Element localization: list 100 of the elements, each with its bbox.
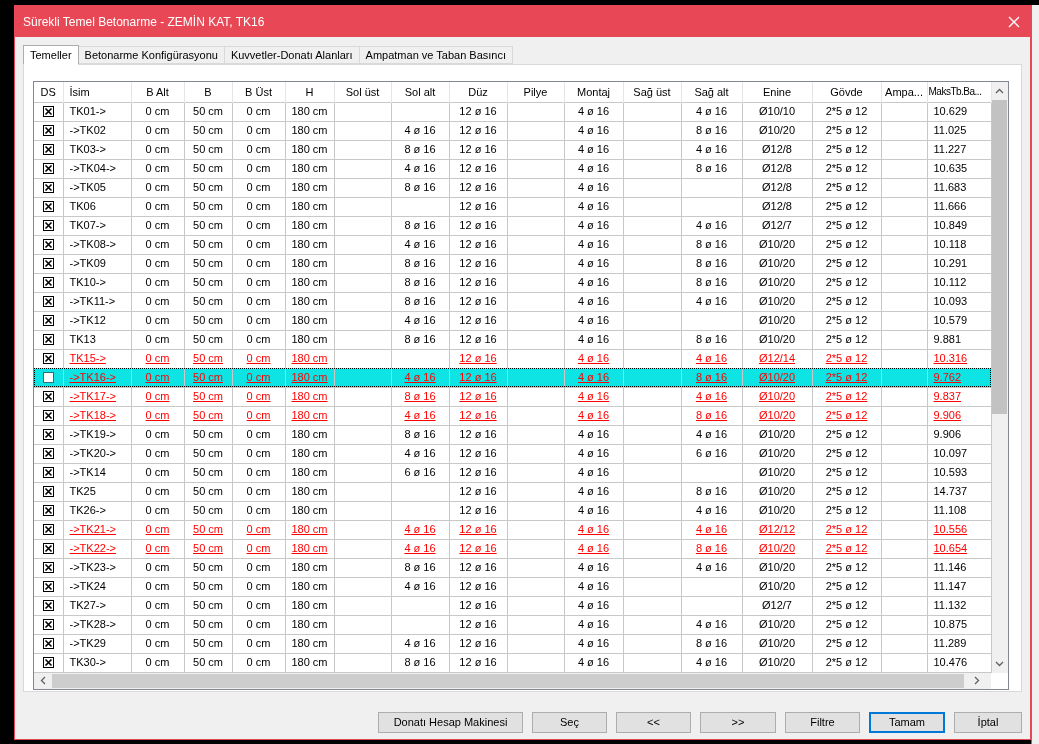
checked-checkbox[interactable]: [42, 201, 54, 212]
table-cell: 180 cm: [291, 656, 328, 669]
tab[interactable]: Temeller: [23, 45, 79, 65]
column-header[interactable]: Pilye: [507, 82, 564, 102]
table-cell: 0 cm: [145, 162, 170, 175]
table-cell: 0 cm: [246, 447, 271, 460]
table-cell: Ø10/20: [758, 295, 796, 308]
checked-checkbox[interactable]: [42, 638, 54, 649]
column-header[interactable]: İsim: [63, 82, 131, 102]
column-header[interactable]: Sağ üst: [623, 82, 681, 102]
checked-checkbox[interactable]: [42, 600, 54, 611]
checked-checkbox[interactable]: [42, 562, 54, 573]
table-cell: 9.906: [933, 428, 962, 441]
tab[interactable]: Ampatman ve Taban Basıncı: [358, 46, 513, 64]
checked-checkbox[interactable]: [42, 182, 54, 193]
table-cell: 11.289: [933, 637, 967, 650]
scroll-left-icon[interactable]: [40, 676, 46, 685]
checked-checkbox[interactable]: [42, 448, 54, 459]
table-cell: 4 ø 16: [577, 371, 610, 384]
checked-checkbox[interactable]: [42, 410, 54, 421]
column-header[interactable]: H: [285, 82, 334, 102]
table-cell: 50 cm: [193, 276, 223, 289]
dialog-button[interactable]: İptal: [954, 712, 1022, 733]
dialog-button[interactable]: Tamam: [869, 712, 945, 733]
table-cell: 0 cm: [246, 485, 271, 498]
checked-checkbox[interactable]: [42, 106, 54, 117]
table-cell: ->TK21->: [69, 523, 116, 536]
table-row[interactable]: TK01-> 0 cm 50 cm 0 cm 180 cm 12 ø 16 4 ø 16 4 ø 16 Ø10/10 2*5 ø 12 10.629: [34, 102, 991, 121]
dialog-button[interactable]: Seç: [532, 712, 607, 733]
column-header[interactable]: DS: [34, 82, 63, 102]
checked-checkbox[interactable]: [42, 391, 54, 402]
column-header[interactable]: B: [184, 82, 232, 102]
checked-checkbox[interactable]: [42, 315, 54, 326]
table-cell: 11.227: [933, 143, 967, 156]
table-cell: 50 cm: [193, 219, 223, 232]
checked-checkbox[interactable]: [42, 353, 54, 364]
checked-checkbox[interactable]: [42, 125, 54, 136]
checked-checkbox[interactable]: [42, 524, 54, 535]
checked-checkbox[interactable]: [42, 277, 54, 288]
table-cell: Ø12/8: [762, 143, 792, 156]
table-cell: 50 cm: [193, 162, 223, 175]
checked-checkbox[interactable]: [42, 543, 54, 554]
column-header[interactable]: Ampa...: [881, 82, 927, 102]
table-cell: 0 cm: [145, 561, 170, 574]
table-cell: 180 cm: [291, 637, 328, 650]
checked-checkbox[interactable]: [42, 258, 54, 269]
column-header[interactable]: Düz: [449, 82, 507, 102]
column-header[interactable]: Sol üst: [334, 82, 391, 102]
dialog-button[interactable]: >>: [700, 712, 776, 733]
table-cell: 12 ø 16: [459, 333, 497, 346]
tab[interactable]: Betonarme Konfigürasyonu: [77, 46, 225, 64]
table-cell: 2*5 ø 12: [825, 257, 868, 270]
column-header[interactable]: Montaj: [564, 82, 623, 102]
table-cell: 10.875: [933, 618, 968, 631]
table-cell: ->TK23->: [69, 561, 116, 574]
checked-checkbox[interactable]: [42, 239, 54, 250]
checked-checkbox[interactable]: [42, 334, 54, 345]
table-cell: 9.906: [933, 409, 962, 422]
checkbox[interactable]: [42, 372, 54, 383]
checked-checkbox[interactable]: [42, 467, 54, 478]
checked-checkbox[interactable]: [42, 296, 54, 307]
tab[interactable]: Kuvvetler-Donatı Alanları: [223, 46, 360, 64]
checked-checkbox[interactable]: [42, 486, 54, 497]
scroll-right-icon[interactable]: [974, 676, 980, 685]
column-header[interactable]: Gövde: [812, 82, 881, 102]
scroll-thumb[interactable]: [992, 100, 1008, 414]
close-icon[interactable]: [1008, 15, 1020, 28]
checked-checkbox[interactable]: [42, 144, 54, 155]
table-cell: 2*5 ø 12: [825, 238, 868, 251]
column-header[interactable]: B Alt: [131, 82, 184, 102]
checked-checkbox[interactable]: [42, 220, 54, 231]
table-cell: 50 cm: [193, 618, 223, 631]
checked-checkbox[interactable]: [42, 163, 54, 174]
column-header[interactable]: B Üst: [232, 82, 285, 102]
checked-checkbox[interactable]: [42, 505, 54, 516]
dialog-button[interactable]: Filtre: [785, 712, 860, 733]
column-header[interactable]: MaksTb.Ba...: [927, 82, 991, 102]
table-cell: TK26->: [69, 504, 106, 517]
table-cell: ->TK29: [69, 637, 106, 650]
table-cell: 180 cm: [291, 485, 328, 498]
scroll-thumb[interactable]: [52, 673, 964, 688]
scroll-up-icon[interactable]: [995, 88, 1005, 94]
column-header[interactable]: Enine: [742, 82, 812, 102]
checked-checkbox[interactable]: [42, 619, 54, 630]
column-header[interactable]: Sol alt: [391, 82, 449, 102]
table-cell: 2*5 ø 12: [825, 656, 868, 669]
table-cell: Ø10/20: [758, 257, 796, 270]
dialog-button[interactable]: Donatı Hesap Makinesi: [378, 712, 523, 733]
checked-checkbox[interactable]: [42, 657, 54, 668]
checked-checkbox[interactable]: [42, 581, 54, 592]
checked-checkbox[interactable]: [42, 429, 54, 440]
scroll-down-icon[interactable]: [995, 660, 1005, 667]
table-cell: 180 cm: [291, 599, 328, 612]
dialog-button[interactable]: <<: [616, 712, 691, 733]
table-cell: 4 ø 16: [695, 390, 728, 403]
table-cell: 8 ø 16: [404, 428, 436, 441]
table-cell: 180 cm: [291, 162, 328, 175]
table-cell: 0 cm: [246, 124, 271, 137]
table-cell: 180 cm: [291, 124, 328, 137]
column-header[interactable]: Sağ alt: [681, 82, 742, 102]
